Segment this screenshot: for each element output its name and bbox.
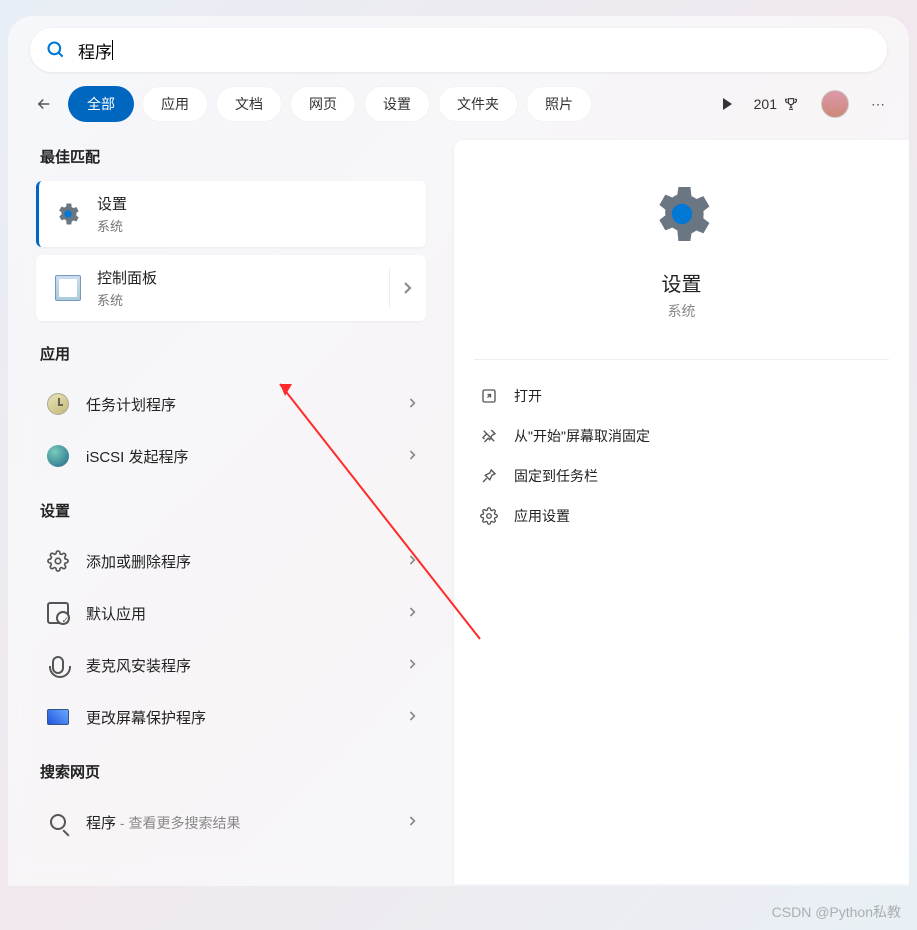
result-subtitle: 系统 xyxy=(97,216,127,235)
action-unpin-start[interactable]: 从"开始"屏幕取消固定 xyxy=(474,416,889,456)
points-value: 201 xyxy=(754,96,777,112)
default-apps-icon xyxy=(46,601,70,625)
tab-apps[interactable]: 应用 xyxy=(142,86,208,122)
tab-settings[interactable]: 设置 xyxy=(364,86,430,122)
search-icon xyxy=(46,810,70,834)
gear-icon xyxy=(46,549,70,573)
action-open[interactable]: 打开 xyxy=(474,376,889,416)
result-iscsi[interactable]: iSCSI 发起程序 xyxy=(36,430,426,482)
result-settings[interactable]: 设置 系统 xyxy=(36,181,426,247)
detail-pane: 设置 系统 打开 从"开始"屏幕取消固定 固定到任务栏 应用设置 xyxy=(454,140,909,884)
result-add-remove[interactable]: 添加或删除程序 xyxy=(36,535,426,587)
tab-photos[interactable]: 照片 xyxy=(526,86,592,122)
detail-subtitle: 系统 xyxy=(474,301,889,321)
action-label: 固定到任务栏 xyxy=(514,466,598,486)
result-label: 添加或删除程序 xyxy=(86,551,191,572)
result-label: 任务计划程序 xyxy=(86,394,176,415)
result-control-panel[interactable]: 控制面板 系统 xyxy=(36,255,426,321)
action-pin-taskbar[interactable]: 固定到任务栏 xyxy=(474,456,889,496)
tab-docs[interactable]: 文档 xyxy=(216,86,282,122)
search-bar[interactable]: 程序 xyxy=(30,28,887,72)
result-web-search[interactable]: 程序 - 查看更多搜索结果 xyxy=(36,796,426,848)
rewards-points[interactable]: 201 xyxy=(754,96,799,112)
web-suffix: - 查看更多搜索结果 xyxy=(116,815,240,831)
settings-gear-icon xyxy=(53,199,83,229)
expand-button[interactable] xyxy=(389,268,412,308)
gear-icon xyxy=(480,507,498,525)
action-app-settings[interactable]: 应用设置 xyxy=(474,496,889,536)
task-scheduler-icon xyxy=(46,392,70,416)
play-icon[interactable] xyxy=(723,98,732,110)
pin-icon xyxy=(480,467,498,485)
section-best-match: 最佳匹配 xyxy=(40,146,426,167)
content-area: 最佳匹配 设置 系统 控制面板 系统 应 xyxy=(8,140,909,884)
result-microphone[interactable]: 麦克风安装程序 xyxy=(36,639,426,691)
section-web: 搜索网页 xyxy=(40,761,426,782)
chevron-right-icon xyxy=(408,553,416,569)
result-label: iSCSI 发起程序 xyxy=(86,446,189,467)
web-query: 程序 xyxy=(86,815,116,832)
more-button[interactable]: ⋯ xyxy=(871,96,887,113)
action-label: 从"开始"屏幕取消固定 xyxy=(514,426,650,446)
result-subtitle: 系统 xyxy=(97,290,157,309)
microphone-icon xyxy=(46,653,70,677)
iscsi-icon xyxy=(46,444,70,468)
section-apps: 应用 xyxy=(40,343,426,364)
search-icon xyxy=(46,40,66,60)
divider xyxy=(474,359,889,360)
result-default-apps[interactable]: 默认应用 xyxy=(36,587,426,639)
tab-folders[interactable]: 文件夹 xyxy=(438,86,518,122)
result-label: 更改屏幕保护程序 xyxy=(86,707,206,728)
chevron-right-icon xyxy=(408,605,416,621)
result-title: 控制面板 xyxy=(97,267,157,288)
section-settings: 设置 xyxy=(40,500,426,521)
result-screensaver[interactable]: 更改屏幕保护程序 xyxy=(36,691,426,743)
chevron-right-icon xyxy=(408,709,416,725)
result-title: 设置 xyxy=(97,193,127,214)
result-label: 默认应用 xyxy=(86,603,146,624)
detail-gear-icon xyxy=(646,178,718,250)
action-label: 应用设置 xyxy=(514,506,570,526)
detail-title: 设置 xyxy=(474,268,889,297)
chevron-right-icon xyxy=(408,448,416,464)
control-panel-icon xyxy=(53,273,83,303)
filter-tabs: 全部 应用 文档 网页 设置 文件夹 照片 xyxy=(68,86,592,122)
search-window: 程序 全部 应用 文档 网页 设置 文件夹 照片 201 ⋯ 最佳匹配 xyxy=(8,16,909,886)
screensaver-icon xyxy=(46,705,70,729)
user-avatar[interactable] xyxy=(821,90,849,118)
search-query-text: 程序 xyxy=(78,38,112,63)
watermark-text: CSDN @Python私教 xyxy=(772,902,901,922)
trophy-icon xyxy=(783,96,799,112)
result-label: 麦克风安装程序 xyxy=(86,655,191,676)
back-button[interactable] xyxy=(30,90,58,118)
results-pane: 最佳匹配 设置 系统 控制面板 系统 应 xyxy=(8,140,448,884)
tab-all[interactable]: 全部 xyxy=(68,86,134,122)
chevron-right-icon xyxy=(408,814,416,830)
action-label: 打开 xyxy=(514,386,542,406)
result-task-scheduler[interactable]: 任务计划程序 xyxy=(36,378,426,430)
tab-web[interactable]: 网页 xyxy=(290,86,356,122)
chevron-right-icon xyxy=(408,657,416,673)
unpin-icon xyxy=(480,427,498,445)
chevron-right-icon xyxy=(408,396,416,412)
filter-toolbar: 全部 应用 文档 网页 设置 文件夹 照片 201 ⋯ xyxy=(30,86,887,122)
open-icon xyxy=(480,387,498,405)
